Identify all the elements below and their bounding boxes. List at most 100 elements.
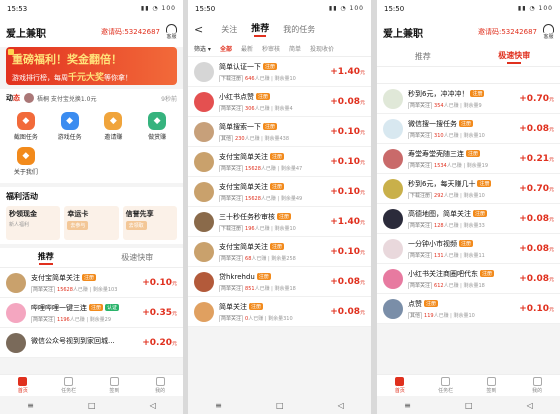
grid-item[interactable]: ◆ 截图任务	[4, 109, 48, 144]
welfare-title: 福利活动	[6, 192, 38, 201]
grid-item[interactable]: ◆ 邀请赚	[92, 109, 136, 144]
promo-banner[interactable]: 重磅福利！奖金翻倍！ 游戏排行榜，每周千元大奖等你拿！	[6, 47, 177, 85]
grid-item[interactable]: ◆ 关于我们	[4, 144, 48, 179]
tab-fast-review[interactable]: 极速快审	[469, 50, 560, 64]
task-row[interactable]: 支付宝简单关注 注册 简单关注 15628人已赚 | 剩余量103 +0.10元	[0, 268, 183, 298]
task-row[interactable]: 支付宝简单关注 注册 简单关注 15628人已赚 | 剩余量49 +0.10元	[188, 177, 371, 207]
back-icon[interactable]: ◁	[150, 401, 156, 410]
task-info: 哔哩哔哩一键三连 注册 认证 简单关注 1196人已赚 | 剩余量29	[31, 303, 142, 323]
task-price: +1.40元	[330, 66, 365, 77]
task-info: 贷hkrehdu 注册 简单关注 851人已赚 | 剩余量18	[219, 272, 330, 292]
task-stats: 简单关注 68人已赚 | 剩余量258	[219, 254, 296, 262]
menu-icon[interactable]: ≡	[27, 401, 34, 410]
task-info: 支付宝简单关注 注册 简单关注 15628人已赚 | 剩余量103	[31, 273, 142, 293]
filter-option[interactable]: 全部	[220, 44, 232, 53]
task-row[interactable]: 简单认证一下 注册 下载注册 646人已赚 | 剩余量10 +1.40元	[188, 57, 371, 87]
task-row[interactable]: 微信搜一搜任务 注册 简单关注 310人已赚 | 剩余量10 +0.08元	[377, 114, 560, 144]
task-row[interactable]: 微信公众号视到到家回城... +0.20元	[0, 328, 183, 358]
menu-icon[interactable]: ≡	[215, 401, 222, 410]
tab-recommend[interactable]: 推荐	[0, 251, 92, 265]
invite-code[interactable]: 邀请码:53242687	[478, 27, 537, 37]
nav-item[interactable]: 任务栏	[423, 375, 469, 396]
nav-item[interactable]: 首页	[377, 375, 423, 396]
home-icon[interactable]: □	[276, 401, 284, 410]
task-price: +0.08元	[330, 306, 365, 317]
nav-item[interactable]: 我的	[514, 375, 560, 396]
task-row[interactable]: 高德地图，简单关注 注册 简单关注 128人已赚 | 剩余量33 +0.08元	[377, 204, 560, 234]
task-row[interactable]: 秒到6元，每天赚几十 注册 下载注册 292人已赚 | 剩余量10 +0.70元	[377, 174, 560, 204]
task-row[interactable]: 哔哩哔哩一键三连 注册 认证 简单关注 1196人已赚 | 剩余量29 +0.35元	[0, 298, 183, 328]
task-row[interactable]: 支付宝简单关注 注册 简单关注 15628人已赚 | 剩余量47 +0.10元	[188, 147, 371, 177]
task-tag: 注册	[459, 120, 474, 127]
grid-item[interactable]: ◆ 做赏赚	[135, 109, 179, 144]
task-row[interactable]: 简单搜索一下 注册 其他 230人已赚 | 剩余量438 +0.10元	[188, 117, 371, 147]
task-price: +0.70元	[519, 93, 554, 104]
task-title: 小红书关注商圈吧代东 注册	[408, 269, 495, 278]
tab-fast-review[interactable]: 极速快审	[92, 252, 184, 263]
tab-recommend[interactable]: 推荐	[377, 51, 469, 62]
task-type-badge: 简单关注	[408, 251, 433, 259]
task-row[interactable]: 点赞 注册 其他 119人已赚 | 剩余量10 +0.10元	[377, 294, 560, 324]
task-title: 支付宝简单关注 注册	[219, 242, 285, 251]
task-list: 简单认证一下 注册 下载注册 646人已赚 | 剩余量10 +1.40元 小红书点赞…	[188, 57, 371, 327]
home-icon[interactable]: □	[88, 401, 96, 410]
tab-my-tasks[interactable]: 我的任务	[283, 24, 315, 35]
filter-option[interactable]: 秒审核	[262, 44, 280, 53]
nav-item[interactable]: 首页	[0, 375, 46, 396]
customer-service-button[interactable]: 客服	[166, 24, 177, 40]
task-row[interactable]: 小红书关注商圈吧代东 注册 简单关注 612人已赚 | 剩余量18 +0.08元	[377, 264, 560, 294]
nav-icon	[109, 377, 119, 386]
filter-button[interactable]: 筛选 ▾	[194, 44, 211, 53]
task-tag: 注册	[473, 210, 488, 217]
task-title: 支付宝简单关注 注册	[31, 273, 97, 282]
nav-item[interactable]: 签到	[469, 375, 515, 396]
task-price: +0.08元	[330, 96, 365, 107]
filter-option[interactable]: 简单	[289, 44, 301, 53]
welfare-card[interactable]: 信誉先享 去领取	[122, 206, 177, 240]
tab-recommend[interactable]: 推荐	[251, 21, 269, 37]
tab-follow[interactable]: 关注	[221, 24, 237, 35]
home-icon[interactable]: □	[465, 401, 473, 410]
task-info: 微信搜一搜任务 注册 简单关注 310人已赚 | 剩余量10	[408, 119, 519, 139]
back-icon[interactable]: ◁	[527, 401, 533, 410]
task-row[interactable]: 简单关注 注册 简单关注 0人已赚 | 剩余量310 +0.08元	[188, 297, 371, 327]
avatar	[383, 298, 403, 319]
about-icon: ◆	[16, 147, 35, 165]
task-tag: 注册	[480, 270, 495, 277]
task-row[interactable]: 贷hkrehdu 注册 简单关注 851人已赚 | 剩余量18 +0.08元	[188, 267, 371, 297]
nav-item[interactable]: 签到	[92, 375, 138, 396]
filter-option[interactable]: 投现收价	[310, 44, 334, 53]
invite-code[interactable]: 邀请码:53242687	[101, 27, 160, 37]
task-stats: 简单关注 612人已赚 | 剩余量18	[408, 281, 485, 289]
task-type-badge: 简单关注	[408, 161, 433, 169]
task-row[interactable]: 秒到6元，冲冲冲！ 注册 简单关注 354人已赚 | 剩余量9 +0.70元	[377, 84, 560, 114]
task-tag: 注册	[270, 153, 285, 160]
task-row[interactable]: 三十秒任务秒审核 注册 下载注册 196人已赚 | 剩余量10 +1.40元	[188, 207, 371, 237]
filter-option[interactable]: 最新	[241, 44, 253, 53]
avatar	[194, 211, 214, 232]
task-price: +0.08元	[519, 273, 554, 284]
task-type-badge: 简单关注	[408, 281, 433, 289]
welfare-card[interactable]: 幸运卡 去参与	[64, 206, 119, 240]
task-row[interactable]: 小红书点赞 注册 简单关注 306人已赚 | 剩余量4 +0.08元	[188, 87, 371, 117]
menu-icon[interactable]: ≡	[404, 401, 411, 410]
welfare-card[interactable]: 秒领现金 新人福利	[6, 206, 61, 240]
nav-item[interactable]: 任务栏	[46, 375, 92, 396]
avatar	[24, 93, 34, 103]
back-icon[interactable]: <	[194, 23, 203, 36]
task-type-badge: 下载注册	[219, 224, 244, 232]
activity-time: 9秒前	[161, 95, 177, 103]
task-tag: 注册	[459, 240, 474, 247]
back-icon[interactable]: ◁	[338, 401, 344, 410]
grid-item[interactable]: ◆ 游戏任务	[48, 109, 92, 144]
customer-service-button[interactable]: 客服	[543, 24, 554, 40]
task-tabs: 推荐 极速快审	[0, 248, 183, 268]
gamepad-icon: ◆	[60, 112, 79, 130]
nav-item[interactable]: 我的	[137, 375, 183, 396]
task-row[interactable]: 一分钟小市视频 注册 简单关注 131人已赚 | 剩余量11 +0.08元	[377, 234, 560, 264]
task-type-badge: 简单关注	[219, 194, 244, 202]
task-row[interactable]: 寿堂寿堂壳随三连 注册 简单关注 1534人已赚 | 剩余量19 +0.21元	[377, 144, 560, 174]
task-row[interactable]: 支付宝简单关注 注册 简单关注 68人已赚 | 剩余量258 +0.10元	[188, 237, 371, 267]
task-price: +0.08元	[330, 276, 365, 287]
status-icons: ▮▮ ◔ 100	[517, 5, 553, 12]
